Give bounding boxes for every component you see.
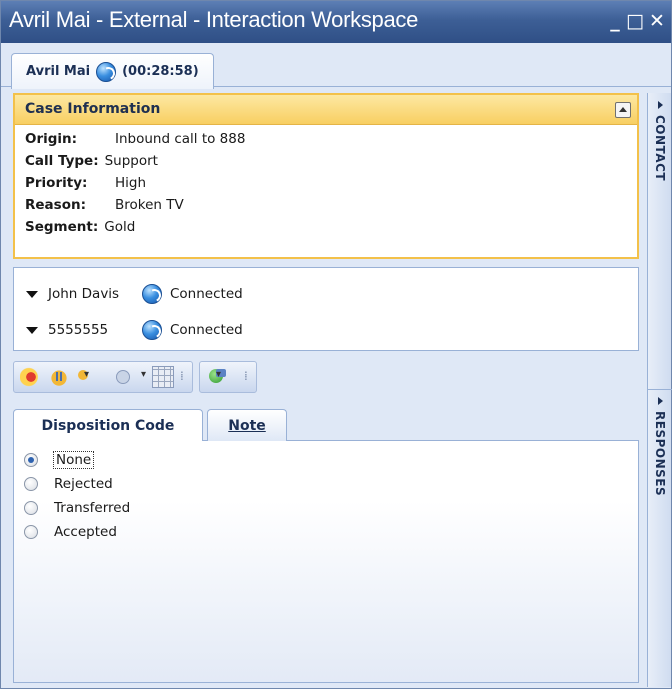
case-field-label: Segment:: [25, 219, 99, 235]
party-row-john-davis[interactable]: John Davis Connected: [26, 282, 243, 306]
party-list: John Davis Connected 5555555 Connected: [13, 267, 639, 351]
side-panel: CONTACT RESPONSES: [647, 93, 672, 687]
case-field-reason: Reason: Broken TV: [25, 197, 637, 219]
globe-icon: [142, 284, 162, 304]
call-toolbar: [13, 359, 363, 395]
tab-disposition-code[interactable]: Disposition Code: [13, 409, 203, 442]
interaction-main-panel: Case Information Origin: Inbound call to…: [13, 93, 639, 683]
case-information-title: Case Information: [25, 101, 161, 117]
case-field-value: Inbound call to 888: [115, 131, 246, 147]
case-field-label: Origin:: [25, 131, 78, 147]
case-field-origin: Origin: Inbound call to 888: [25, 131, 637, 153]
disposition-option-transferred[interactable]: Transferred: [24, 497, 130, 519]
side-tab-responses[interactable]: RESPONSES: [648, 391, 672, 496]
tab-label: Disposition Code: [41, 418, 175, 434]
case-field-call-type: Call Type: Support: [25, 153, 637, 175]
maximize-button[interactable]: □: [625, 9, 645, 33]
radio-label: Accepted: [54, 524, 117, 540]
radio-label: Rejected: [54, 476, 113, 492]
hold-call-icon[interactable]: [48, 366, 70, 388]
expand-arrow-icon: [657, 397, 663, 405]
case-field-value: High: [115, 175, 147, 191]
conference-call-icon[interactable]: [114, 366, 146, 388]
dropdown-arrow-icon[interactable]: [26, 290, 38, 298]
detail-tabs: Disposition Code Note: [13, 409, 639, 442]
case-information-header: Case Information: [15, 95, 637, 125]
disposition-option-rejected[interactable]: Rejected: [24, 473, 113, 495]
tab-note[interactable]: Note: [207, 409, 287, 441]
disposition-code-panel: None Rejected Transferred Accepted: [13, 441, 639, 683]
interaction-workspace-window: Avril Mai - External - Interaction Works…: [0, 0, 672, 689]
radio-label: Transferred: [54, 500, 131, 516]
toolbar-grip[interactable]: [244, 367, 250, 387]
party-name: 5555555: [48, 322, 109, 338]
window-title: Avril Mai - External - Interaction Works…: [9, 7, 419, 32]
case-field-label: Reason:: [25, 197, 86, 213]
disposition-option-none[interactable]: None: [24, 449, 95, 471]
globe-icon: [142, 320, 162, 340]
record-icon[interactable]: [206, 366, 228, 388]
case-field-segment: Segment: Gold: [25, 219, 637, 241]
record-group: [199, 361, 257, 393]
case-field-priority: Priority: High: [25, 175, 637, 197]
interaction-tab[interactable]: Avril Mai (00:28:58): [11, 53, 214, 89]
close-button[interactable]: ✕: [647, 9, 667, 33]
radio-button[interactable]: [24, 477, 38, 491]
party-status: Connected: [170, 322, 243, 338]
disposition-option-accepted[interactable]: Accepted: [24, 521, 117, 543]
globe-icon: [96, 61, 117, 82]
case-field-label: Priority:: [25, 175, 88, 191]
radio-label: None: [52, 451, 95, 469]
keypad-icon[interactable]: [152, 366, 174, 388]
collapse-button[interactable]: [615, 102, 631, 118]
radio-button[interactable]: [24, 525, 38, 539]
case-information-panel: Case Information Origin: Inbound call to…: [13, 93, 639, 259]
radio-button[interactable]: [24, 453, 38, 467]
call-actions-group: [13, 361, 193, 393]
transfer-call-icon[interactable]: [76, 366, 108, 388]
dropdown-arrow-icon[interactable]: [26, 326, 38, 334]
interaction-timer: (00:28:58): [122, 64, 199, 79]
side-panel-divider: [648, 389, 672, 390]
minimize-button[interactable]: _: [605, 9, 625, 33]
tab-label: Note: [228, 417, 266, 434]
side-tab-label: CONTACT: [653, 115, 667, 182]
side-tab-contact[interactable]: CONTACT: [648, 95, 672, 181]
party-status: Connected: [170, 286, 243, 302]
case-fields: Origin: Inbound call to 888 Call Type: S…: [15, 125, 637, 241]
case-field-value: Broken TV: [115, 197, 184, 213]
case-field-value: Support: [104, 153, 158, 169]
party-row-5555555[interactable]: 5555555 Connected: [26, 318, 243, 342]
radio-button[interactable]: [24, 501, 38, 515]
interaction-tab-name: Avril Mai: [26, 64, 91, 79]
title-bar[interactable]: Avril Mai - External - Interaction Works…: [1, 1, 671, 43]
party-name: John Davis: [48, 286, 120, 302]
case-field-value: Gold: [104, 219, 136, 235]
release-call-icon[interactable]: [20, 366, 42, 388]
interaction-tabstrip: Avril Mai (00:28:58): [1, 43, 671, 89]
toolbar-grip[interactable]: [180, 367, 186, 387]
case-field-label: Call Type:: [25, 153, 99, 169]
expand-arrow-icon: [657, 101, 663, 109]
side-tab-label: RESPONSES: [653, 411, 667, 497]
